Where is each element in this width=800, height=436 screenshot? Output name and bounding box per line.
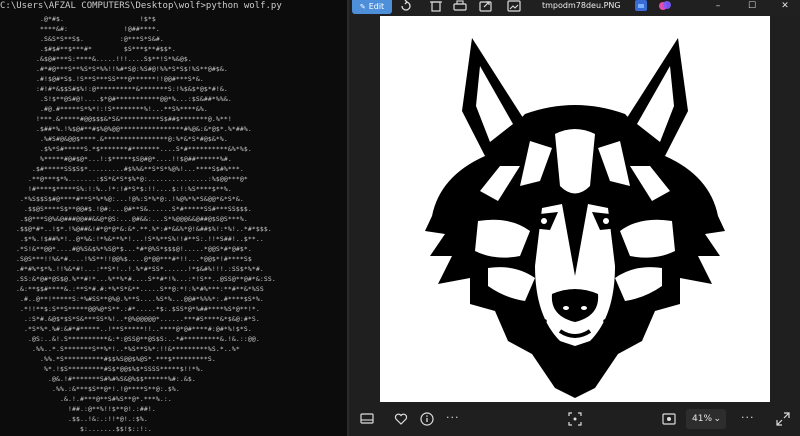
more-icon[interactable]: ··· [446,411,460,425]
ascii-art-line: .#*#@***S**%S*S*%%!!%#*S@:%S#@!%%*S*S$!%… [0,65,228,73]
close-button[interactable]: ✕ [776,0,794,12]
ascii-art-output: .@*#$. !$*$ ****&#: !@##****. .S&S*S**S$… [0,14,347,436]
ascii-art-line: .$@***S@%&@###@@##&&@*@S:...@#&&:...S*%@… [0,215,248,223]
ascii-art-line: .&$@#***S:****&.....!!!....S$**!S*%&@$. [0,55,192,63]
ascii-art-line: .S@S***!!%&*#....!%S**!!@@%$....@*@@***#… [0,255,252,263]
clipchamp-icon[interactable] [634,0,648,12]
filmstrip-icon[interactable] [359,411,375,427]
ascii-art-line: .$*%.!$##%*!..@*%&:!*%&**%*!...!S*%**S%!… [0,235,264,243]
viewer-toolbar: ✎ Edit tmpodm78deu.PNG – ☐ ✕ [349,0,800,16]
minimize-button[interactable]: – [709,0,727,12]
fullscreen-icon[interactable] [775,411,791,427]
ascii-art-line: !#****$*****S%:!:%..!*:!#*S*$:!!....$:!:… [0,185,232,193]
ascii-art-line: ****&#: !@##****. [0,25,160,33]
ascii-art-line: .*S!&**@@*....#@%S&$%*%S@*$...*#*@%S*$$$… [0,245,252,253]
ascii-art-line: .*%S$$S$#@****#**S*%*%@:...!@%:S*%*@:.!%… [0,195,244,203]
ascii-art-line: $:.......$$!$::!:. [0,425,152,433]
ascii-art-line: .@S:..&!.S**********&:*:@SS@**@S$S:..*#*… [0,335,260,343]
ascii-art-line: .$#*****SS$S$*.........#$%%&**S*S*%@%!..… [0,165,244,173]
ascii-art-line: .*!!**$:S**S*****@@%@*S**.:#*.....*$:.$S… [0,305,260,313]
ascii-art-line: :#!#*&$$S#$%!:@**********&*******S:!%$&$… [0,85,228,93]
share-icon[interactable] [479,0,493,12]
ascii-art-line: .$#$#**$***#* $S***$**#$$*. [0,45,176,53]
ascii-art-line: !***.&*****#@@$$$&*S&**********S$##$****… [0,115,232,123]
zoom-value: 41% [692,414,713,424]
print-icon[interactable] [453,0,467,12]
fit-icon[interactable] [567,411,583,427]
ascii-art-line: .&:**$$#****&.:**S*#.#:*%*S*&**.....S**@… [0,285,264,293]
photos-viewer-window: ✎ Edit tmpodm78deu.PNG – ☐ ✕ ··· 41% ⌄ ·… [349,0,800,436]
close-icon: ✕ [781,1,789,11]
copilot-icon[interactable] [658,0,672,12]
ascii-art-line: .%%.*S**********#$$%S@@$%@S*.***$*******… [0,355,216,363]
ascii-art-line: .SS:&*@#*@S$@.%**#!*...%**%*#....S**#*!%… [0,275,276,283]
ascii-art-line: .:S*#.&@$*$S*S&***SS*%!..*@%@@@@@*......… [0,315,260,323]
ascii-art-line: .$##*%.!%$@#**#$%@%@@****************#%@… [0,125,252,133]
heart-icon[interactable] [393,411,409,427]
maximize-button[interactable]: ☐ [743,0,761,12]
viewer-bottom-bar: ··· 41% ⌄ ··· [349,402,800,436]
ascii-art-line: .$$..!&:.:!!*@!.:$%. [0,415,148,423]
ascii-art-line: %*.!$S*********#S$*@@$%$*SSSS*****$!!*%. [0,365,204,373]
ascii-art-line: .@*#$. !$*$ [0,15,156,23]
ascii-art-line: .#@.#*****S*%*!:!S********%!...**S%****&… [0,105,208,113]
ascii-art-line: .S&S*S**S$. :@***S*S&#. [0,35,164,43]
ascii-art-line: .@&.!#*******S#%#%S&@%$$******%#:.&$. [0,375,196,383]
zoom-frame-icon[interactable] [661,411,677,427]
ascii-art-line: .S!$**@S#@!....$*@#***********@@*%...:$S… [0,95,232,103]
edit-button[interactable]: ✎ Edit [352,0,392,14]
chevron-down-icon: ⌄ [713,414,721,424]
edit-label: Edit [368,2,385,11]
ascii-art-line: .$$@S****S$**@@#$.!@#:...@#**S&......S*#… [0,205,252,213]
ascii-art-line: .$$@*#*..!$*.!%@##&!#*@*@*&:&*.**.%*:#*&… [0,225,272,233]
maximize-icon: ☐ [747,1,757,11]
pen-icon: ✎ [359,3,366,11]
ascii-art-line: .$%*S#*****S.*$*******#*******....S*#***… [0,145,252,153]
ascii-art-line: .%#S#@&@@$****.&****************@:%*&*S*… [0,135,228,143]
ascii-art-line: %*****#@#$@*...!:$*****$S@#@*....!!$@##*… [0,155,232,163]
ascii-art-line: .%%.:&***$S**@*!.!@****S**@:.$%. [0,385,180,393]
file-name: tmpodm78deu.PNG [542,1,621,10]
edit-image-icon[interactable] [507,0,521,12]
terminal-window[interactable]: C:\Users\AFZAL COMPUTERS\Desktop\wolf>py… [0,0,347,436]
ascii-art-line: .#..@**!*****S:*%#SS**@%@.%**S....%S*%..… [0,295,264,303]
minimize-icon: – [715,1,721,11]
ascii-art-line: .*S*%*.%#:&#*#*****..!**S*****!!..****@*… [0,325,252,333]
image-canvas[interactable] [380,16,770,402]
delete-icon[interactable] [429,0,443,12]
ascii-art-line: .#!$@#*S$.!S**S***SS***@******!!@@#***S*… [0,75,204,83]
ascii-art-line: .&.!.#***@**S#%S**@*.***%.:. [0,395,172,403]
rotate-icon[interactable] [399,0,413,12]
ascii-art-line: !##.:@**%!!$**@!.:##!. [0,405,156,413]
ascii-art-line: .**@***$*%.......:$S*&*S*$%*@:..........… [0,175,248,183]
info-icon[interactable] [419,411,435,427]
ascii-art-line: .#*#%*$*%.!!%&*#!...:**S*!..!.%*#*SS*...… [0,265,264,273]
more-icon[interactable]: ··· [741,411,755,425]
terminal-command-line: C:\Users\AFZAL COMPUTERS\Desktop\wolf>py… [0,1,282,11]
ascii-art-line: .%%..*.S*******S**%*!..*%S**S%*:!!&*****… [0,345,240,353]
zoom-level-dropdown[interactable]: 41% ⌄ [686,409,726,429]
wolf-image [380,16,770,402]
